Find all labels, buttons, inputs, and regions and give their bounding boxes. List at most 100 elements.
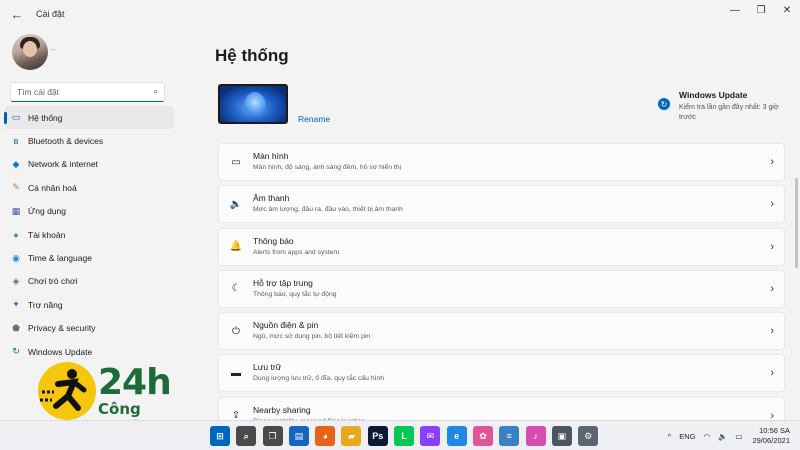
search-icon[interactable]: ⌕ [236, 426, 257, 446]
itunes-icon[interactable]: ♪ [525, 426, 546, 446]
messenger-icon[interactable]: ✉ [420, 426, 441, 446]
apps-icon: ▦ [11, 205, 21, 216]
gaming-icon: ◈ [12, 275, 20, 286]
avatar[interactable] [12, 34, 48, 70]
speaker-icon: 🔈 [229, 198, 243, 210]
windows-update-subtitle: Kiểm tra lần gần đây nhất: 3 giờ trước [679, 104, 779, 121]
card-title: Lưu trữ [253, 362, 282, 373]
sidebar-item-label: Network & internet [28, 159, 98, 170]
sidebar-item[interactable]: ⬟ Privacy & security [4, 317, 174, 340]
start-icon[interactable]: ⊞ [210, 426, 230, 446]
chevron-right-icon: › [770, 240, 774, 253]
update-icon: ↻ [12, 346, 20, 357]
sidebar-item[interactable]: ▭ Hệ thống [4, 106, 174, 130]
sidebar-nav: ▭ Hệ thống ʙ Bluetooth & devices ◆ Network & … [4, 106, 174, 363]
battery-icon[interactable]: ▭ [735, 432, 742, 441]
card-description: Thông báo, quy tắc tự động [253, 290, 337, 298]
widgets-icon[interactable]: ▤ [288, 426, 309, 446]
sidebar-item-label: Bluetooth & devices [28, 136, 104, 147]
card-title: Hỗ trợ tập trung [253, 277, 313, 288]
globe-icon: ◉ [12, 252, 20, 263]
chevron-right-icon: › [770, 367, 774, 380]
device-thumbnail [218, 84, 288, 124]
sidebar-item-label: Ứng dụng [28, 206, 66, 217]
explorer-icon[interactable]: ▰ [341, 426, 362, 446]
network-icon: ◆ [12, 158, 20, 169]
paint-icon[interactable]: ✿ [472, 426, 493, 446]
accessibility-icon: ✦ [12, 299, 20, 310]
sidebar-item[interactable]: ◆ Network & internet [4, 153, 174, 176]
clock-date: 29/06/2021 [752, 436, 790, 445]
moon-icon: ☾ [231, 283, 241, 295]
rename-link[interactable]: Rename [298, 114, 330, 124]
sidebar-item-label: Time & language [28, 253, 92, 264]
card-title: Nguồn điện & pin [253, 320, 319, 331]
settings-card[interactable]: ▬ Lưu trữ Dung lượng lưu trữ, ổ đĩa, quy t… [218, 354, 785, 393]
card-description: Mức âm lượng, đầu ra, đầu vào, thiết bị … [253, 206, 403, 214]
photoshop-icon[interactable]: Ps [367, 426, 388, 446]
chevron-right-icon: › [770, 282, 774, 295]
sidebar-item-label: Windows Update [28, 346, 93, 357]
settings-card[interactable]: 🔈 Âm thanh Mức âm lượng, đầu ra, đầu vào, … [218, 185, 785, 224]
watermark-brand: 24h [98, 362, 172, 403]
storage-icon: ▬ [231, 367, 241, 379]
sidebar-item-label: Trợ năng [28, 299, 63, 310]
update-icon: ↻ [658, 98, 670, 110]
sidebar-item-label: Cá nhân hoá [28, 182, 77, 193]
taskbar: ⊞ ⌕ ❐ ▤ ◕ ▰ Ps L ✉ e ✿ ≡ ♪ ▣ ⚙ ^ ENG ◠ 🔈 ▭ 10:56 SA 29… [0, 420, 800, 450]
sidebar-item[interactable]: ʙ Bluetooth & devices [4, 129, 174, 152]
chevron-right-icon: › [770, 325, 774, 338]
close-button[interactable]: ✕ [774, 0, 800, 20]
settings-list: ▭ Màn hình Màn hình, độ sáng, ánh sáng đêm… [218, 143, 785, 439]
wifi-icon[interactable]: ◠ [703, 432, 710, 441]
window-controls: — ❐ ✕ [722, 0, 800, 20]
sidebar-item[interactable]: ▦ Ứng dụng [4, 200, 174, 223]
clock[interactable]: 10:56 SA 29/06/2021 [752, 426, 790, 446]
system-icon: ▭ [11, 112, 21, 123]
sidebar-item-label: Privacy & security [28, 323, 96, 334]
settings-icon[interactable]: ⚙ [578, 426, 599, 446]
windows-update-title: Windows Update [679, 90, 748, 100]
edge-icon[interactable]: e [446, 426, 467, 446]
sidebar-item-label: Hệ thống [28, 112, 63, 123]
title-bar: ← Cài đặt — ❐ ✕ [0, 0, 800, 28]
line-icon[interactable]: L [394, 426, 415, 446]
page-title: Hệ thống [215, 46, 289, 65]
card-title: Nearby sharing [253, 404, 311, 415]
taskbar-apps: ⊞ ⌕ ❐ ▤ ◕ ▰ Ps L ✉ e ✿ ≡ ♪ ▣ ⚙ [210, 426, 604, 446]
settings-card[interactable]: 🔔 Thông báo Alerts from apps and system › [218, 227, 785, 266]
card-title: Màn hình [253, 151, 289, 161]
search-box[interactable]: ⌕ [10, 82, 165, 102]
tray-overflow-icon[interactable]: ^ [668, 432, 672, 441]
back-arrow-icon[interactable]: ← [6, 3, 28, 25]
sidebar-item[interactable]: ✦ Trợ năng [4, 293, 174, 316]
arrow-icon: ← [50, 44, 58, 53]
store-icon[interactable]: ▣ [551, 426, 572, 446]
search-icon[interactable]: ⌕ [154, 87, 158, 97]
minimize-button[interactable]: — [722, 0, 748, 20]
card-description: Ngủ, mức sử dụng pin, bộ tiết kiệm pin [253, 333, 371, 341]
sidebar-item[interactable]: ↻ Windows Update [4, 340, 174, 363]
sidebar-item[interactable]: ● Tài khoản [4, 223, 174, 246]
bluetooth-icon: ʙ [13, 136, 19, 147]
settings-card[interactable]: ▭ Màn hình Màn hình, độ sáng, ánh sáng đêm… [218, 143, 785, 181]
settings-card[interactable]: ⏻ Nguồn điện & pin Ngủ, mức sử dụng pin, b… [218, 312, 785, 351]
main-content: Hệ thống Rename ↻ Windows Update Kiểm tr… [200, 28, 800, 435]
shield-icon: ⬟ [12, 322, 20, 333]
maximize-button[interactable]: ❐ [748, 0, 774, 20]
firefox-icon[interactable]: ◕ [315, 426, 336, 446]
card-title: Thông báo [253, 235, 294, 246]
sidebar-item[interactable]: ◈ Chơi trò chơi [4, 270, 174, 293]
search-input[interactable] [17, 87, 154, 97]
brush-icon: ✎ [12, 182, 20, 193]
notepad-icon[interactable]: ≡ [499, 426, 520, 446]
language-indicator[interactable]: ENG [679, 432, 695, 441]
account-icon: ● [13, 229, 19, 240]
settings-card[interactable]: ☾ Hỗ trợ tập trung Thông báo, quy tắc tự đ… [218, 269, 785, 308]
volume-icon[interactable]: 🔈 [718, 432, 727, 441]
scrollbar[interactable] [795, 178, 798, 268]
sidebar-item[interactable]: ✎ Cá nhân hoá [4, 176, 174, 199]
power-icon: ⏻ [232, 325, 240, 337]
taskview-icon[interactable]: ❐ [262, 426, 283, 446]
sidebar-item[interactable]: ◉ Time & language [4, 246, 174, 269]
